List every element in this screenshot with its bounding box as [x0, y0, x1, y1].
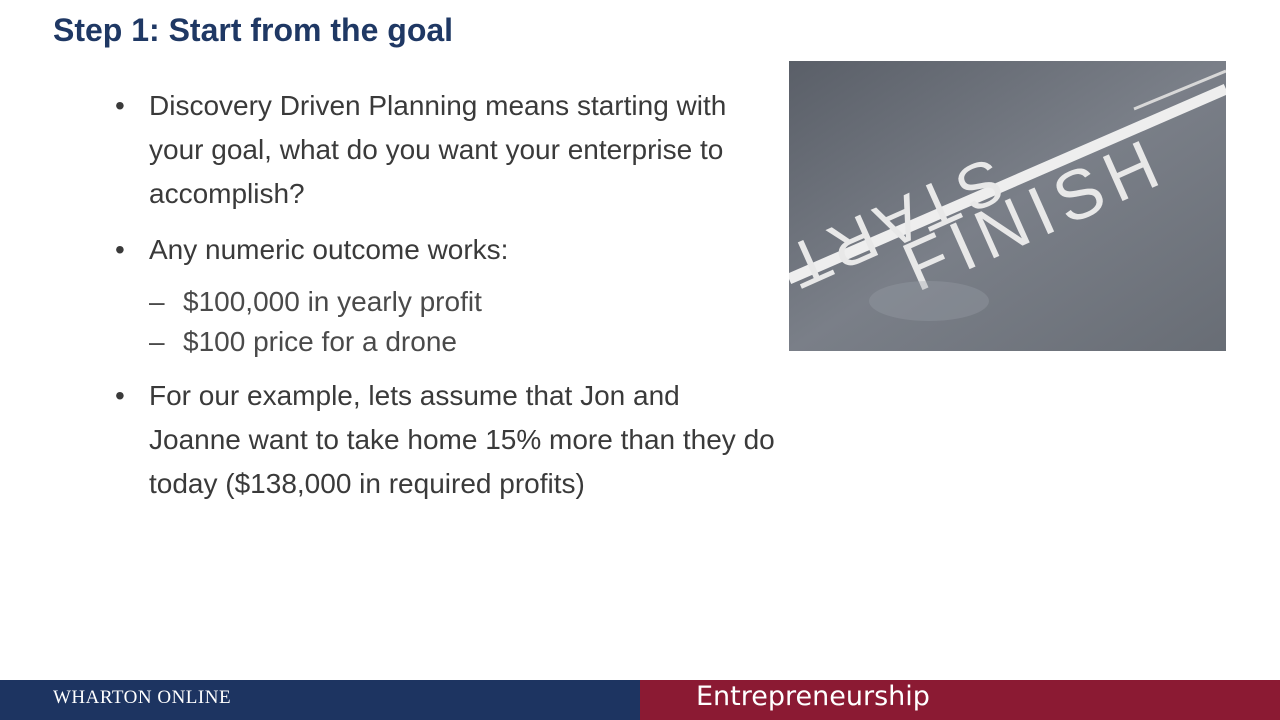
bullet-marker: • — [115, 380, 125, 411]
bullet-list: • Discovery Driven Planning means starti… — [115, 84, 775, 518]
bullet-marker: • — [115, 90, 125, 121]
bullet-item: • Any numeric outcome works: — [115, 228, 775, 272]
bullet-text: For our example, lets assume that Jon an… — [149, 380, 775, 499]
paint-speckle — [869, 281, 989, 321]
bullet-text: Discovery Driven Planning means starting… — [149, 90, 727, 209]
footer-course: Entrepreneurship — [696, 681, 930, 712]
slide-title: Step 1: Start from the goal — [53, 12, 454, 48]
start-finish-illustration: START FINISH — [789, 61, 1226, 351]
footer-brand-bar: WHARTON ONLINE — [0, 680, 640, 720]
bullet-item: • Discovery Driven Planning means starti… — [115, 84, 775, 216]
sub-bullet-text: $100,000 in yearly profit — [183, 286, 482, 317]
footer-brand: WHARTON ONLINE — [53, 687, 232, 708]
sub-bullet-marker: – — [149, 286, 165, 317]
bullet-item: • For our example, lets assume that Jon … — [115, 374, 775, 506]
bullet-text: Any numeric outcome works: — [149, 234, 509, 265]
sub-bullet-marker: – — [149, 326, 165, 357]
sub-bullet-item: – $100,000 in yearly profit — [149, 280, 775, 324]
start-finish-photo: START FINISH — [789, 61, 1226, 351]
sub-bullet-item: – $100 price for a drone — [149, 320, 775, 364]
footer-course-bar: Entrepreneurship — [640, 680, 1280, 720]
bullet-marker: • — [115, 234, 125, 265]
sub-bullet-text: $100 price for a drone — [183, 326, 457, 357]
